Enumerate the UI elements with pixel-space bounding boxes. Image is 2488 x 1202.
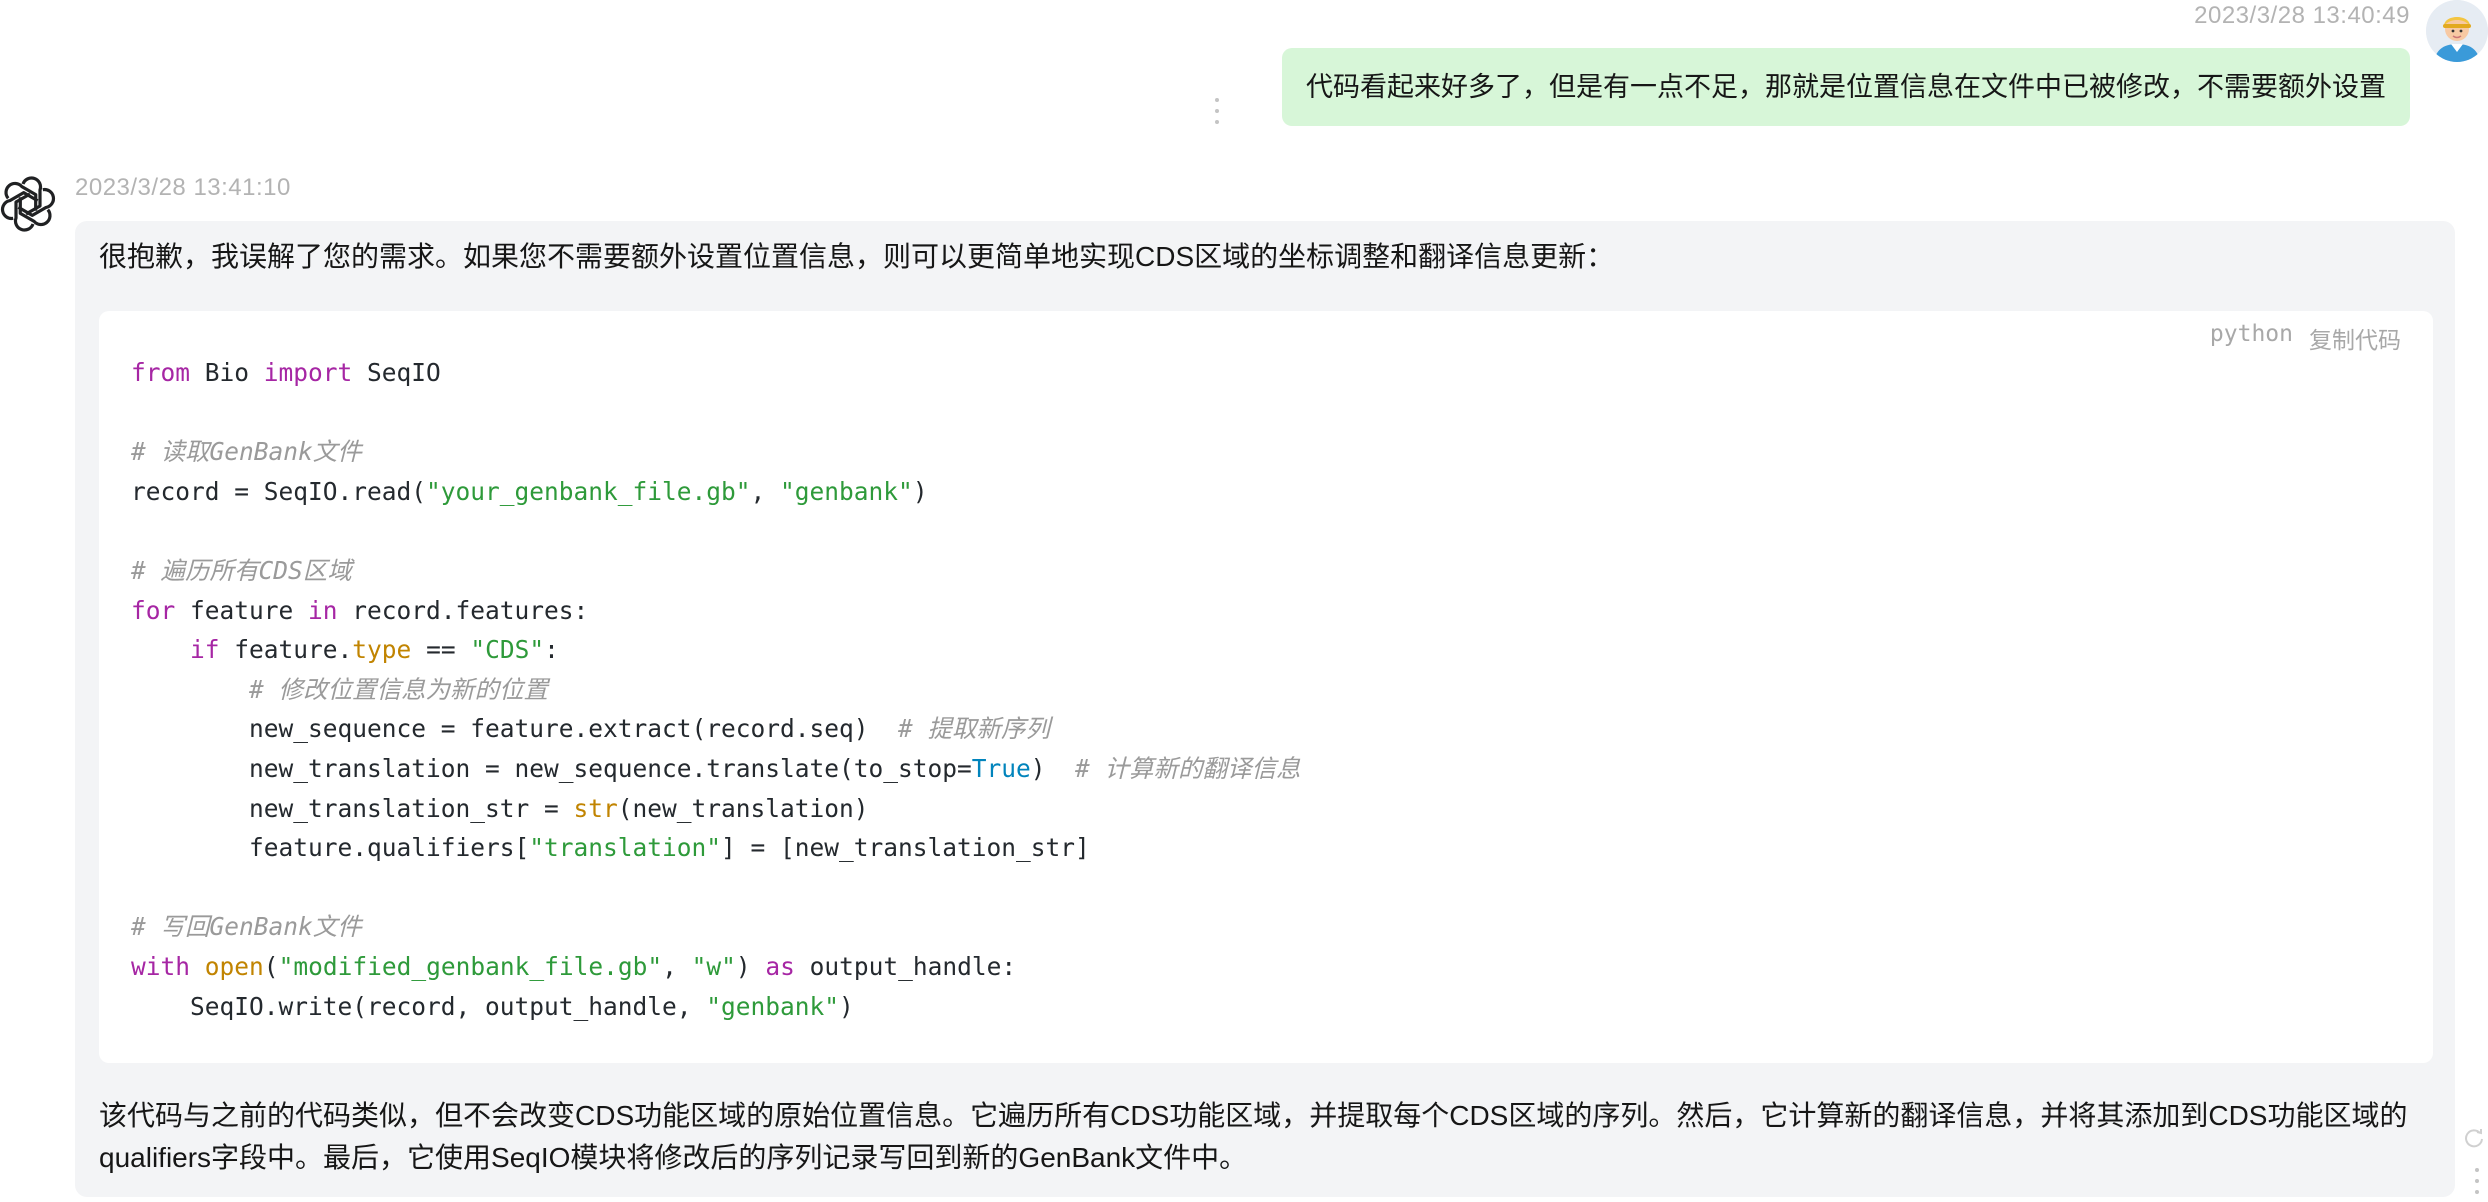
code-line: # 读取GenBank文件: [131, 437, 362, 467]
copy-code-button[interactable]: 复制代码: [2309, 321, 2401, 355]
code-line: new_sequence = feature.extract(record.se…: [131, 714, 1051, 744]
user-avatar[interactable]: [2426, 0, 2488, 62]
assistant-message-more-icon[interactable]: [2474, 1168, 2480, 1194]
code-block: python 复制代码 from Bio import SeqIO # 读取Ge…: [99, 311, 2433, 1063]
code-line: # 遍历所有CDS区域: [131, 555, 352, 585]
assistant-summary-text: 该代码与之前的代码类似，但不会改变CDS功能区域的原始位置信息。它遍历所有CDS…: [99, 1100, 2408, 1173]
user-message-bubble: 代码看起来好多了，但是有一点不足，那就是位置信息在文件中已被修改，不需要额外设置: [1282, 48, 2410, 126]
assistant-intro-text: 很抱歉，我误解了您的需求。如果您不需要额外设置位置信息，则可以更简单地实现CDS…: [99, 241, 1615, 272]
code-line: SeqIO.write(record, output_handle, "genb…: [131, 991, 854, 1021]
refresh-icon[interactable]: [2463, 1127, 2485, 1149]
code-line: feature.qualifiers["translation"] = [new…: [131, 833, 1090, 863]
code-language-label: python: [2209, 321, 2293, 347]
code-line: record = SeqIO.read("your_genbank_file.g…: [131, 476, 928, 506]
user-avatar-icon: [2426, 0, 2488, 62]
openai-logo-icon: [0, 176, 56, 232]
code-line: # 写回GenBank文件: [131, 912, 362, 942]
code-line: if feature.type == "CDS":: [190, 635, 559, 665]
code-line: with open("modified_genbank_file.gb", "w…: [131, 951, 1017, 981]
user-message-timestamp: 2023/3/28 13:40:49: [2194, 2, 2410, 29]
assistant-message-card: 很抱歉，我误解了您的需求。如果您不需要额外设置位置信息，则可以更简单地实现CDS…: [75, 221, 2455, 1197]
code-line: new_translation_str = str(new_translatio…: [131, 793, 869, 823]
user-message-more-icon[interactable]: [1213, 98, 1221, 124]
assistant-message-timestamp: 2023/3/28 13:41:10: [75, 174, 291, 201]
code-content[interactable]: from Bio import SeqIO # 读取GenBank文件 reco…: [131, 353, 1301, 1026]
code-line: new_translation = new_sequence.translate…: [131, 753, 1301, 783]
code-toolbar: python 复制代码: [2210, 321, 2401, 355]
code-line: from Bio import SeqIO: [131, 358, 441, 387]
code-line: # 修改位置信息为新的位置: [249, 674, 549, 704]
code-line: for feature in record.features:: [131, 595, 589, 625]
